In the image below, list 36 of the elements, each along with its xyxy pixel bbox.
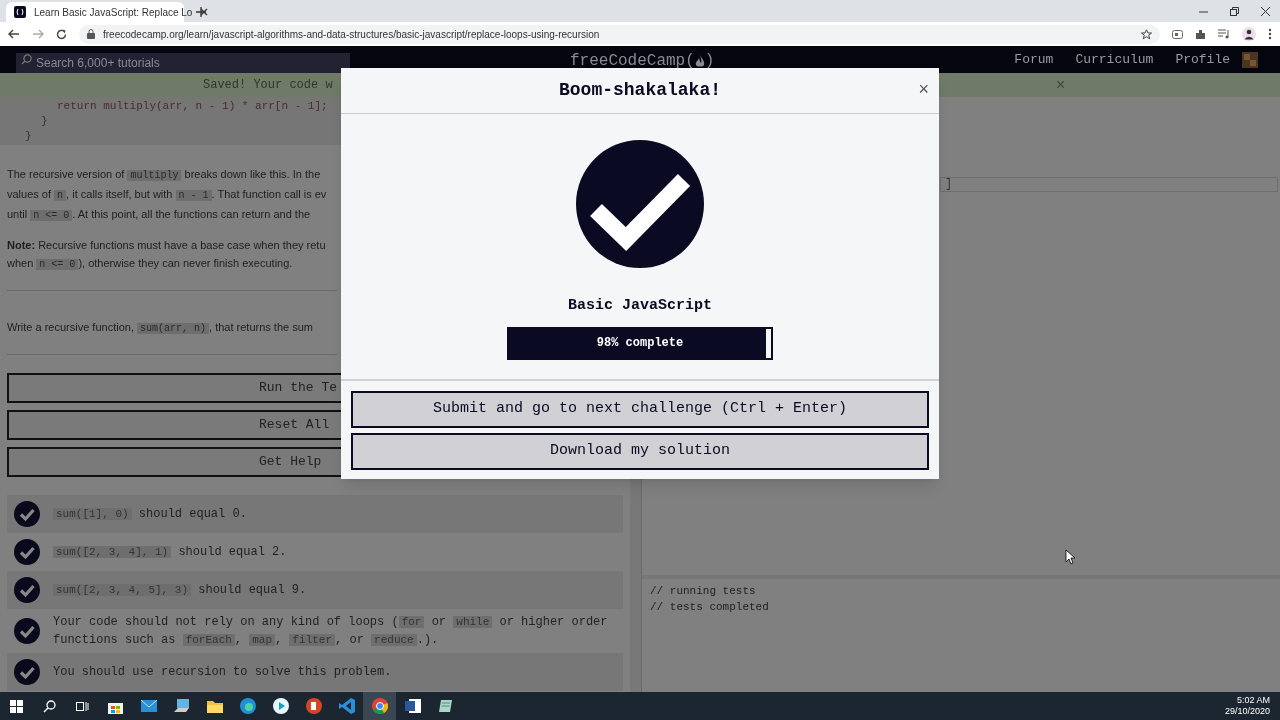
nav-link[interactable]: Curriculum (1075, 49, 1154, 70)
nav-link[interactable]: Forum (1014, 49, 1054, 70)
course-name: Basic JavaScript (568, 296, 712, 316)
dialog-button[interactable]: Download my solution (351, 433, 929, 470)
code-line: ] (945, 177, 953, 191)
search-icon (21, 53, 32, 65)
clock-date[interactable]: 29/10/2020 (1224, 706, 1270, 717)
restore-icon[interactable] (1230, 6, 1239, 16)
menu-icon[interactable] (1268, 28, 1272, 40)
playlist-icon[interactable] (1218, 29, 1230, 39)
site-icon (14, 6, 26, 18)
avatar-icon[interactable] (1242, 27, 1256, 41)
dialog-button[interactable]: Submit and go to next challenge (Ctrl + Enter) (351, 391, 929, 428)
close-button[interactable]: × (918, 76, 929, 103)
address-bar[interactable]: freecodecamp.org/learn/javascript-algorithms-and-data-structures/basic-javascript/replace-loops-using-recursion (79, 24, 1160, 44)
mouse-cursor-icon (1065, 549, 1075, 565)
tab-title[interactable]: Learn Basic JavaScript: Replace Lo (34, 4, 193, 20)
check-icon (576, 140, 704, 268)
star-icon[interactable] (1141, 28, 1152, 40)
chrome-icon[interactable] (363, 692, 396, 720)
banner-message: Saved! Your code w (203, 77, 333, 94)
progress-label: 98% complete (595, 335, 685, 352)
back-icon[interactable] (8, 29, 20, 39)
test-text: You should use recursion to solve this problem. (53, 664, 393, 681)
search-field[interactable]: Search 6,000+ tutorials (16, 52, 350, 73)
test-text: sum([2, 3, 4, 5], 3) should equal 9. (53, 581, 616, 599)
flame-icon (694, 54, 705, 68)
clock-time[interactable]: 5:02 AM (1236, 695, 1270, 706)
site-logo[interactable]: freeCodeCamp( ) (570, 49, 715, 73)
test-text: sum([2, 3, 4], 1) should equal 2. (53, 543, 616, 561)
nav-link[interactable]: Profile (1175, 49, 1230, 70)
reload-icon[interactable] (56, 28, 67, 40)
lock-icon (87, 29, 95, 39)
extension-icon[interactable] (1172, 28, 1183, 40)
test-text: Your code should not rely on any kind of loops ( for or while or higher order functions such as forEach , map , filter , or reduce .). (53, 614, 609, 649)
profile-avatar-icon[interactable] (1242, 51, 1258, 68)
